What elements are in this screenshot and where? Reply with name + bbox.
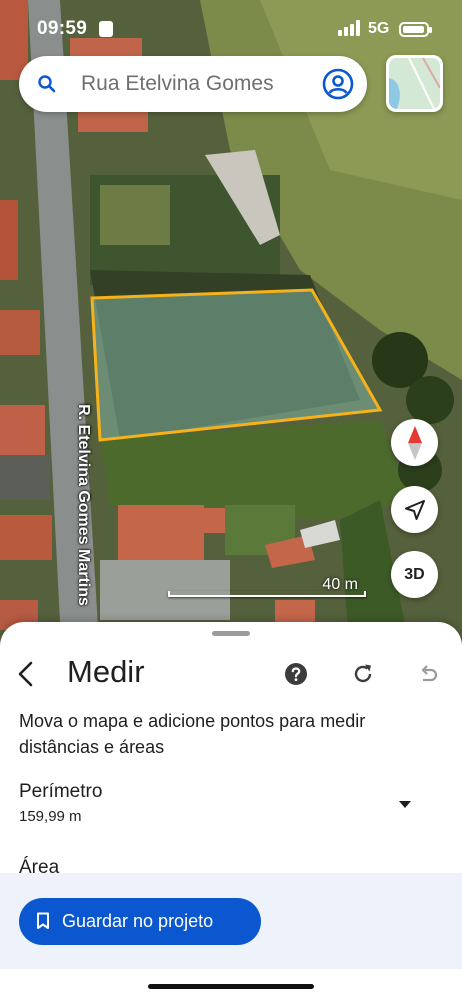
page-title: Medir [67, 654, 145, 689]
save-button-label: Guardar no projeto [62, 911, 214, 931]
bookmark-icon [37, 912, 49, 929]
status-time: 09:59 [37, 18, 88, 39]
chevron-left-icon[interactable] [14, 660, 38, 688]
street-label: R. Etelvina Gomes Martins [74, 390, 92, 620]
measure-description: Mova o mapa e adicione pontos para medir… [19, 711, 366, 757]
help-circle-icon[interactable] [284, 662, 308, 686]
satellite-map[interactable]: 09:59 5G Rua Etelvina Gomes R. Etelvina … [0, 0, 462, 660]
navigation-arrow-icon [404, 499, 425, 520]
measure-sheet: Medir Mova o mapa e adicione pontos para… [0, 622, 462, 999]
sheet-footer: Guardar no projeto [0, 873, 462, 969]
battery-icon [399, 22, 432, 37]
compass-button[interactable] [391, 419, 438, 466]
my-location-button[interactable] [391, 486, 438, 533]
compass-icon [407, 425, 422, 460]
scale-bar [168, 591, 366, 597]
undo-icon[interactable] [416, 662, 440, 686]
refresh-icon[interactable] [351, 662, 375, 686]
map-thumbnail [389, 58, 440, 109]
network-type: 5G [368, 20, 390, 37]
perimeter-label: Perímetro [19, 781, 103, 802]
person-icon [99, 21, 113, 37]
caret-down-icon[interactable] [397, 800, 413, 810]
home-indicator[interactable] [148, 984, 314, 989]
sheet-drag-handle[interactable] [212, 631, 250, 636]
account-icon[interactable] [322, 68, 354, 100]
search-input[interactable]: Rua Etelvina Gomes [81, 72, 274, 96]
save-to-project-button[interactable]: Guardar no projeto [19, 898, 261, 945]
perimeter-value: 159,99 m [19, 808, 82, 825]
status-bar: 09:59 5G [0, 14, 462, 44]
street-label-text: R. Etelvina Gomes Martins [75, 404, 92, 606]
3d-button[interactable]: 3D [391, 551, 438, 598]
signal-icon [338, 20, 360, 36]
search-icon[interactable] [37, 74, 57, 94]
map-layers-button[interactable] [386, 55, 443, 112]
map-scale: 40 m [168, 576, 366, 601]
search-bar[interactable]: Rua Etelvina Gomes [19, 56, 367, 112]
